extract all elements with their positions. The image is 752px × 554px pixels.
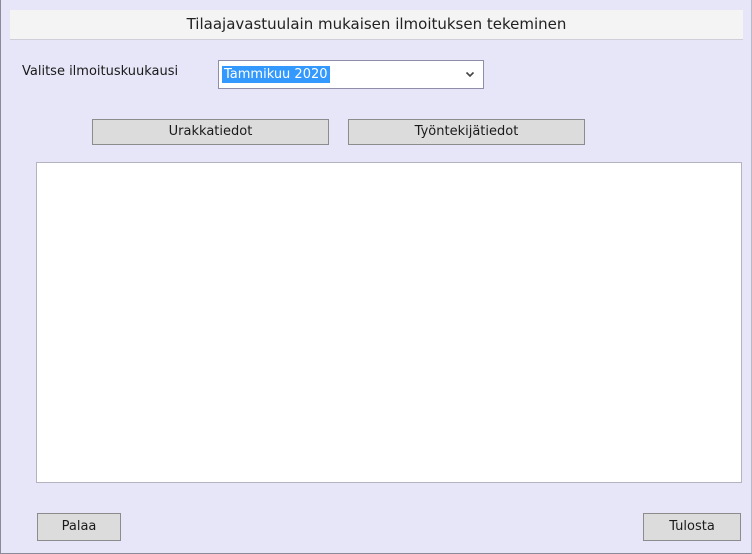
month-select[interactable]: Tammikuu 2020 [218, 60, 484, 89]
chevron-down-icon [465, 71, 475, 78]
palaa-button[interactable]: Palaa [37, 513, 121, 541]
report-content-area[interactable] [36, 162, 742, 483]
month-select-label: Valitse ilmoituskuukausi [22, 64, 179, 79]
tulosta-button[interactable]: Tulosta [643, 513, 741, 541]
tyontekijatiedot-button[interactable]: Työntekijätiedot [348, 119, 585, 145]
main-window: Tilaajavastuulain mukaisen ilmoituksen t… [0, 0, 752, 554]
month-select-value: Tammikuu 2020 [222, 66, 330, 83]
window-title: Tilaajavastuulain mukaisen ilmoituksen t… [10, 10, 743, 40]
urakkatiedot-button[interactable]: Urakkatiedot [92, 119, 329, 145]
